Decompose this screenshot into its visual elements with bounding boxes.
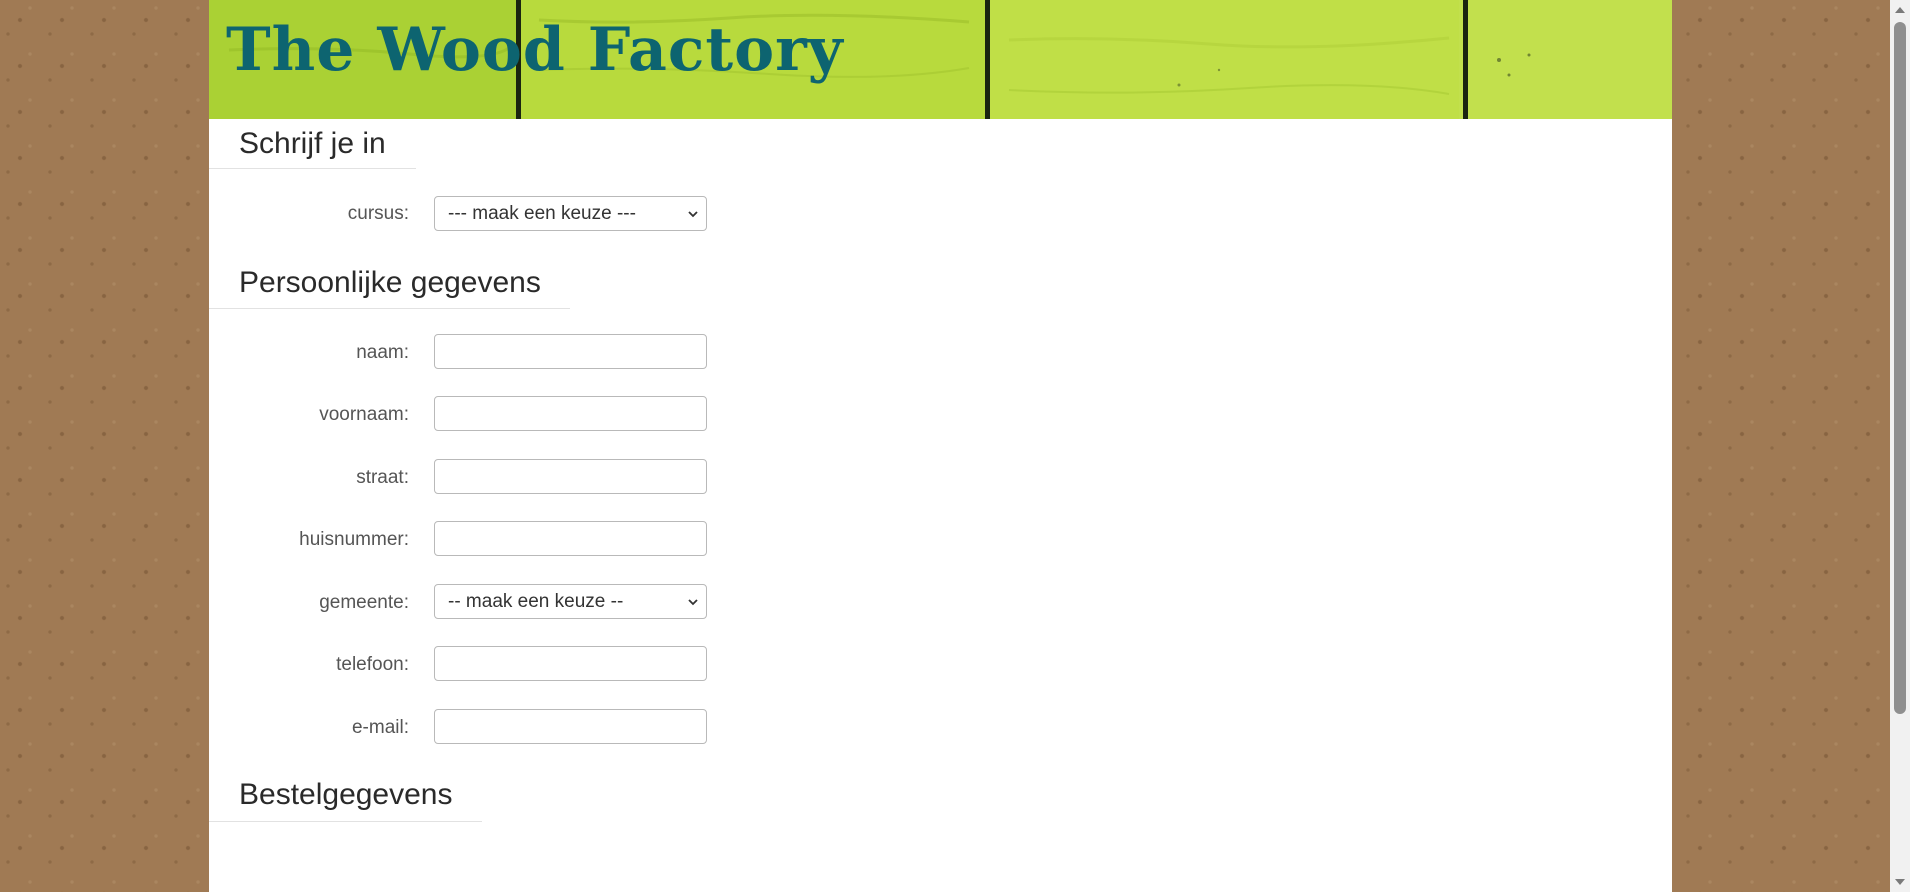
huisnummer-label: huisnummer: — [299, 529, 409, 550]
section-divider — [209, 168, 416, 169]
vertical-scrollbar[interactable] — [1890, 0, 1910, 892]
naam-label: naam: — [356, 342, 409, 363]
section-heading-personal: Persoonlijke gegevens — [239, 266, 541, 299]
arrow-up-icon[interactable] — [1895, 7, 1905, 13]
email-input[interactable] — [434, 709, 707, 744]
naam-input[interactable] — [434, 334, 707, 369]
section-heading-enroll: Schrijf je in — [239, 127, 386, 160]
course-select[interactable]: --- maak een keuze --- — [434, 196, 707, 231]
page-container: The Wood Factory Schrijf je in cursus: -… — [209, 0, 1672, 892]
straat-input[interactable] — [434, 459, 707, 494]
arrow-down-icon[interactable] — [1895, 879, 1905, 885]
email-label: e-mail: — [351, 717, 409, 738]
gemeente-label: gemeente: — [319, 592, 409, 613]
scrollbar-thumb[interactable] — [1894, 22, 1906, 714]
telefoon-label: telefoon: — [336, 654, 409, 675]
section-divider — [209, 308, 570, 309]
voornaam-input[interactable] — [434, 396, 707, 431]
voornaam-label: voornaam: — [319, 404, 409, 425]
gemeente-select[interactable]: -- maak een keuze -- — [434, 584, 707, 619]
site-banner: The Wood Factory — [209, 0, 1672, 119]
telefoon-input[interactable] — [434, 646, 707, 681]
huisnummer-input[interactable] — [434, 521, 707, 556]
site-title: The Wood Factory — [226, 15, 844, 85]
straat-label: straat: — [356, 467, 409, 488]
course-label: cursus: — [347, 203, 409, 224]
section-heading-order: Bestelgegevens — [239, 778, 453, 811]
section-divider — [209, 821, 482, 822]
